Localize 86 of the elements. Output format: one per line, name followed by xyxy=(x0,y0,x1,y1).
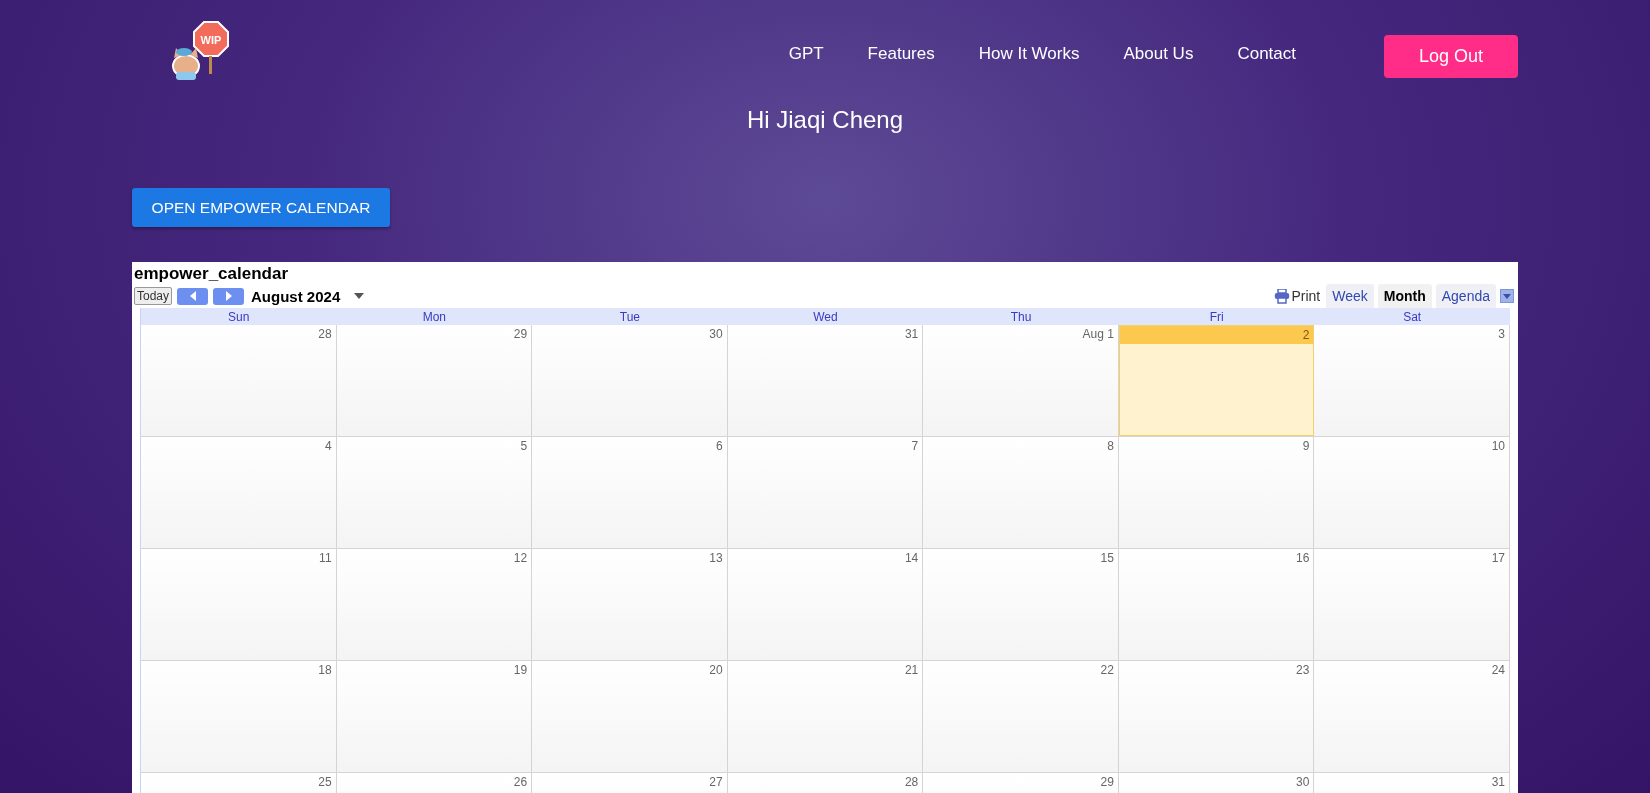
weekday-header: Mon xyxy=(421,309,447,324)
day-cell[interactable]: 23 xyxy=(1118,661,1315,772)
day-number: 13 xyxy=(708,550,724,567)
open-calendar-button[interactable]: OPEN EMPOWER CALENDAR xyxy=(132,188,390,227)
weekday-header: Tue xyxy=(618,309,642,324)
day-cell[interactable]: 8 xyxy=(923,437,1119,548)
day-cell[interactable]: 3 xyxy=(1314,325,1510,436)
day-cell[interactable]: 4 xyxy=(141,437,337,548)
caret-icon[interactable] xyxy=(354,293,365,299)
day-number: 11 xyxy=(318,550,333,567)
weekday-header: Sun xyxy=(227,309,251,324)
day-cell[interactable]: 5 xyxy=(336,437,533,548)
day-cell[interactable]: 9 xyxy=(1118,437,1315,548)
day-number: 21 xyxy=(903,662,920,679)
weekday-header: Fri xyxy=(1208,309,1225,324)
day-cell[interactable]: 14 xyxy=(727,549,924,660)
day-cell[interactable]: 7 xyxy=(727,437,924,548)
day-number: 28 xyxy=(317,326,333,343)
day-cell[interactable]: 2 xyxy=(1118,325,1315,436)
right-arrow-icon xyxy=(224,291,233,301)
day-number: Aug 1 xyxy=(1081,326,1115,343)
day-number: 4 xyxy=(323,438,333,455)
day-cell[interactable]: 21 xyxy=(727,661,924,772)
day-number: 19 xyxy=(512,662,529,679)
today-button[interactable]: Today xyxy=(134,287,173,305)
day-number: 2 xyxy=(1119,326,1314,344)
day-number: 24 xyxy=(1490,662,1506,679)
nav-link[interactable]: How It Works xyxy=(978,44,1080,64)
day-cell[interactable]: Aug 1 xyxy=(923,325,1119,436)
weekday-header: Sat xyxy=(1402,309,1423,324)
next-button[interactable] xyxy=(213,287,245,305)
view-tab[interactable]: Agenda xyxy=(1435,284,1496,308)
day-cell[interactable]: 12 xyxy=(336,549,533,660)
day-number: 17 xyxy=(1490,550,1506,567)
day-number: 31 xyxy=(903,326,920,343)
day-cell[interactable]: 20 xyxy=(532,661,728,772)
weekday-header: Wed xyxy=(812,309,839,324)
weekday-header: Thu xyxy=(1009,309,1033,324)
nav-link[interactable]: Contact xyxy=(1237,44,1296,64)
day-number: 15 xyxy=(1099,550,1115,567)
day-number: 30 xyxy=(708,326,724,343)
day-number: 5 xyxy=(519,438,529,455)
day-number: 7 xyxy=(910,438,920,455)
day-number: 14 xyxy=(903,550,920,567)
view-tab[interactable]: Month xyxy=(1377,284,1432,308)
day-number: 3 xyxy=(1497,326,1506,343)
printer-icon xyxy=(1274,288,1291,304)
previous-button[interactable] xyxy=(177,287,209,305)
nav-link[interactable]: Features xyxy=(867,44,935,64)
day-number: 6 xyxy=(715,438,724,455)
day-cell[interactable]: 10 xyxy=(1314,437,1510,548)
day-cell[interactable]: 15 xyxy=(923,549,1119,660)
day-number: 8 xyxy=(1106,438,1115,455)
day-number: 9 xyxy=(1301,438,1311,455)
day-cell[interactable]: 11 xyxy=(141,549,337,660)
day-number: 16 xyxy=(1295,550,1311,567)
day-cell[interactable]: 30 xyxy=(532,325,728,436)
day-number: 20 xyxy=(708,662,724,679)
caret-icon xyxy=(1503,293,1511,299)
day-number: 10 xyxy=(1490,438,1506,455)
day-cell[interactable]: 28 xyxy=(141,325,337,436)
day-cell[interactable]: 18 xyxy=(141,661,337,772)
day-cell[interactable]: 6 xyxy=(532,437,728,548)
day-number: 23 xyxy=(1295,662,1311,679)
month-label: August 2024 xyxy=(251,287,341,305)
day-cell[interactable]: 29 xyxy=(336,325,533,436)
day-number: 29 xyxy=(512,326,529,343)
view-tab[interactable]: Week xyxy=(1326,284,1374,308)
day-cell[interactable]: 13 xyxy=(532,549,728,660)
print-link[interactable]: Print xyxy=(1274,288,1321,304)
day-number: 22 xyxy=(1099,662,1115,679)
day-number: 18 xyxy=(317,662,333,679)
day-cell[interactable]: 31 xyxy=(727,325,924,436)
day-cell[interactable]: 17 xyxy=(1314,549,1510,660)
greeting: Hi Jiaqi Cheng xyxy=(746,106,904,134)
calendar-title: empower_calendar xyxy=(133,263,289,284)
left-arrow-icon xyxy=(188,291,197,301)
day-cell[interactable]: 22 xyxy=(923,661,1119,772)
day-number: 12 xyxy=(512,550,529,567)
day-cell[interactable]: 19 xyxy=(336,661,533,772)
logout-button[interactable]: Log Out xyxy=(1384,34,1518,78)
nav-link[interactable]: About Us xyxy=(1123,44,1194,64)
dropdown-button[interactable] xyxy=(1500,289,1514,303)
day-cell[interactable]: 16 xyxy=(1118,549,1315,660)
nav-link[interactable]: GPT xyxy=(788,44,824,64)
day-cell[interactable]: 24 xyxy=(1314,661,1510,772)
